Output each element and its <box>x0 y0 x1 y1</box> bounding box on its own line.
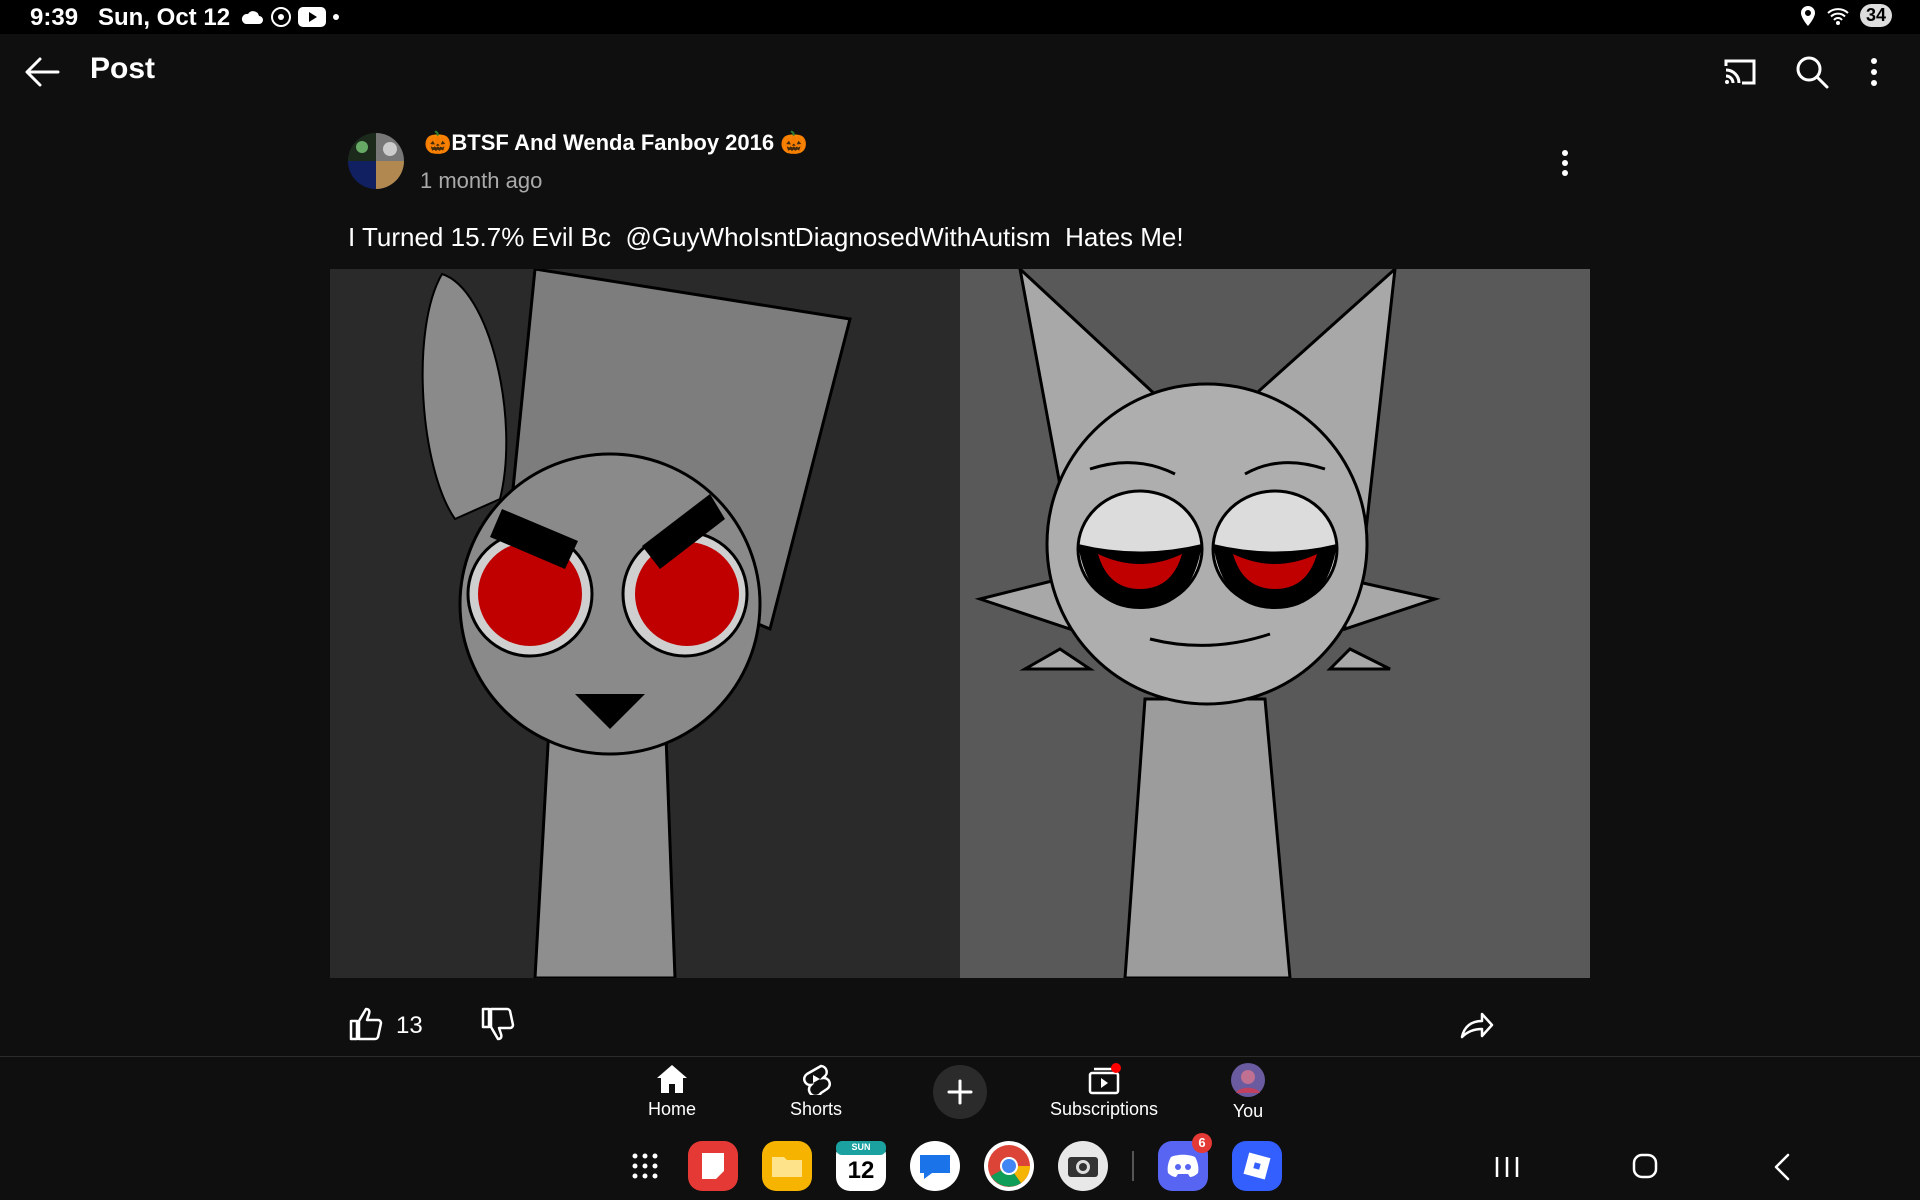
notification-icons <box>240 6 340 28</box>
dot-icon <box>333 14 339 20</box>
nav-home[interactable]: Home <box>602 1063 742 1120</box>
share-icon[interactable] <box>1458 1006 1494 1042</box>
discord-app-icon[interactable]: 6 <box>1158 1133 1212 1191</box>
calendar-weekday: SUN <box>851 1142 871 1152</box>
system-status-icons: 34 <box>1800 4 1892 27</box>
more-options-icon[interactable] <box>1854 52 1894 92</box>
youtube-notification-icon <box>298 7 326 27</box>
author-avatar[interactable] <box>348 133 404 189</box>
status-date: Sun, Oct 12 <box>98 4 231 31</box>
files-app-icon[interactable] <box>762 1141 812 1191</box>
search-icon[interactable] <box>1792 52 1832 92</box>
avatar <box>1231 1063 1265 1097</box>
calendar-day: 12 <box>847 1157 875 1184</box>
app-drawer-icon[interactable] <box>630 1151 660 1181</box>
nav-label-home: Home <box>647 1099 696 1119</box>
nav-label-you: You <box>1232 1101 1264 1121</box>
calendar-app-icon[interactable]: SUN 12 <box>836 1141 886 1191</box>
settings-notification-icon <box>271 7 291 27</box>
nav-label-shorts: Shorts <box>789 1099 843 1119</box>
create-button[interactable] <box>933 1065 987 1119</box>
post-image-left <box>330 267 960 980</box>
app-header: Post <box>0 34 1920 110</box>
nav-subscriptions[interactable]: Subscriptions <box>1034 1063 1174 1120</box>
back-nav-icon[interactable] <box>1763 1149 1803 1185</box>
location-icon <box>1800 5 1815 26</box>
chrome-app-icon[interactable] <box>984 1141 1034 1191</box>
post-menu-icon[interactable] <box>1550 146 1580 180</box>
subscriptions-icon <box>1088 1063 1121 1095</box>
roblox-app-icon[interactable] <box>1232 1141 1282 1191</box>
battery-indicator: 34 <box>1859 4 1892 27</box>
post-time: 1 month ago <box>420 168 543 193</box>
recents-icon[interactable] <box>1487 1149 1527 1185</box>
post-image-right <box>960 264 1590 980</box>
cloud-icon <box>241 11 263 24</box>
shorts-icon <box>803 1064 831 1095</box>
nav-you[interactable]: You <box>1178 1063 1318 1122</box>
messages-app-icon[interactable] <box>910 1141 960 1191</box>
status-time: 9:39 <box>30 4 79 31</box>
page-title: Post <box>90 52 156 85</box>
discord-badge: 6 <box>1192 1133 1212 1153</box>
app-dock: SUN 12 6 <box>0 1133 1920 1200</box>
back-arrow-icon[interactable] <box>22 54 62 90</box>
cast-icon[interactable] <box>1720 52 1760 92</box>
bottom-nav: Home Shorts Subscriptions You <box>0 1057 1920 1137</box>
post-image[interactable] <box>330 264 1590 980</box>
notes-app-icon[interactable] <box>688 1141 738 1191</box>
status-bar: 9:39 Sun, Oct 12 34 <box>0 0 1920 34</box>
like-icon[interactable] <box>348 1006 384 1042</box>
plus-icon <box>947 1079 973 1105</box>
post-text: I Turned 15.7% Evil Bc @GuyWhoIsntDiagno… <box>348 222 1184 252</box>
camera-app-icon[interactable] <box>1058 1141 1108 1191</box>
nav-shorts[interactable]: Shorts <box>746 1063 886 1120</box>
dislike-icon[interactable] <box>480 1006 516 1042</box>
author-name[interactable]: 🎃BTSF And Wenda Fanboy 2016 🎃 <box>424 130 808 156</box>
post-actions: 13 <box>348 1002 1498 1052</box>
dock-separator <box>1132 1151 1134 1181</box>
nav-label-subscriptions: Subscriptions <box>1049 1099 1159 1119</box>
like-count: 13 <box>396 1012 423 1039</box>
home-nav-icon[interactable] <box>1625 1149 1665 1185</box>
home-icon <box>657 1065 687 1093</box>
wifi-icon <box>1827 7 1849 25</box>
